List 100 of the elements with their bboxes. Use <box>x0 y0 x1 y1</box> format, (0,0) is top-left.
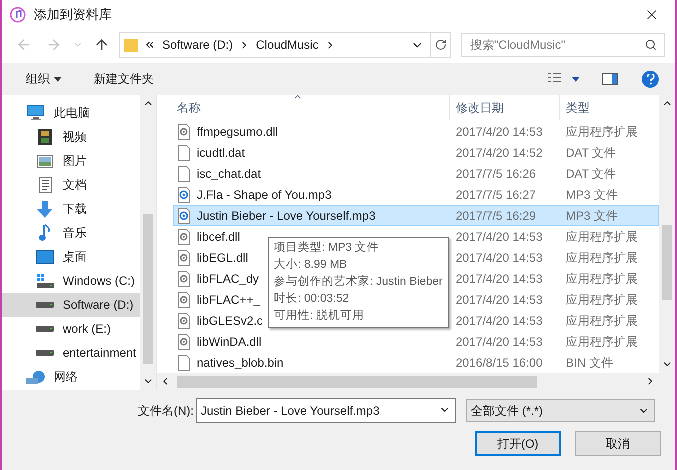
windows-drive-icon <box>36 273 54 289</box>
file-name[interactable]: natives_blob.bin <box>197 354 284 372</box>
file-name[interactable]: Justin Bieber - Love Yourself.mp3 <box>197 206 376 224</box>
sidebar-item[interactable]: 音乐 <box>2 221 140 245</box>
breadcrumb[interactable]: CloudMusic <box>256 36 319 54</box>
new-folder-button[interactable]: 新建文件夹 <box>90 70 158 88</box>
drive-icon <box>36 302 54 308</box>
folder-icon <box>124 38 138 52</box>
file-name[interactable]: ffmpegsumo.dll <box>197 122 278 140</box>
right-arrow-icon <box>46 37 62 53</box>
picture-icon <box>37 154 53 168</box>
selected-file-row[interactable]: Justin Bieber - Love Yourself.mp3 2017/7/5 16:29 MP3 文件 <box>173 205 659 226</box>
sidebar-item[interactable]: 桌面 <box>2 245 140 269</box>
horizontal-scrollbar[interactable] <box>157 373 659 390</box>
sidebar-item[interactable]: 网络 <box>2 365 140 389</box>
file-name[interactable]: libWinDA.dll <box>197 332 262 350</box>
date-cell-text: 2017/4/20 14:53 <box>455 292 544 308</box>
file-icon <box>178 354 191 370</box>
date-cell-text: 2017/4/20 14:53 <box>455 312 544 330</box>
address-bar[interactable]: Software (D:) CloudMusic <box>119 32 452 58</box>
type-cell-text: DAT 文件 <box>565 166 616 182</box>
date-cell-text: 2016/8/15 16:00 <box>455 354 544 372</box>
scrollbar-thumb[interactable] <box>143 214 153 364</box>
date-cell-text: 2017/4/20 14:52 <box>455 144 544 162</box>
tooltip-line: 时长: 00:03:52 <box>274 292 350 307</box>
sidebar-item[interactable]: 图片 <box>2 149 140 173</box>
scrollbar-thumb[interactable] <box>177 376 537 388</box>
type-cell-text: MP3 文件 <box>565 186 618 204</box>
file-name[interactable]: libFLAC_dy <box>197 270 260 288</box>
download-arrow-icon <box>37 200 53 218</box>
search-field[interactable]: 搜索"CloudMusic" <box>461 33 665 57</box>
file-name[interactable]: libFLAC++_ <box>197 290 260 308</box>
dialog-button[interactable]: 取消 <box>575 431 661 456</box>
type-cell-text: 应用程序扩展 <box>565 334 638 350</box>
type-cell-text: MP3 文件 <box>565 208 618 224</box>
drive-icon <box>36 326 54 332</box>
file-name[interactable]: isc_chat.dat <box>197 164 262 182</box>
date-cell-text: 2017/4/20 14:53 <box>455 270 544 288</box>
film-icon <box>38 129 52 145</box>
help-button[interactable] <box>642 70 659 88</box>
date-cell-text: 2017/7/5 16:29 <box>455 208 538 224</box>
gear-file-icon <box>178 312 191 328</box>
type-cell-text: DAT 文件 <box>565 144 616 162</box>
sidebar-item[interactable]: 此电脑 <box>2 101 140 125</box>
filename-field[interactable]: Justin Bieber - Love Yourself.mp3 <box>196 398 456 423</box>
search-icon <box>645 39 657 51</box>
question-mark-icon <box>646 74 654 84</box>
type-cell-text: 应用程序扩展 <box>565 312 638 330</box>
document-icon <box>38 177 52 193</box>
type-cell-text: 应用程序扩展 <box>565 250 638 266</box>
sidebar-item[interactable]: entertainment <box>2 341 140 365</box>
refresh-icon <box>434 39 447 51</box>
date-cell-text: 2017/7/5 16:26 <box>455 166 538 182</box>
filename-label: 文件名(N): <box>137 402 195 420</box>
file-name[interactable]: libEGL.dll <box>197 248 248 266</box>
gear-file-icon <box>178 292 191 308</box>
dialog-button[interactable]: 打开(O) <box>475 431 561 456</box>
pane-icon <box>602 73 618 85</box>
audio-file-icon <box>178 186 191 202</box>
sidebar-item[interactable]: Windows (C:) <box>2 269 140 293</box>
preview-pane-button[interactable] <box>602 73 618 85</box>
drive-icon <box>36 350 54 356</box>
sidebar-item[interactable]: 视频 <box>2 125 140 149</box>
file-icon <box>178 144 191 160</box>
tooltip-line: 大小: 8.99 MB <box>274 258 348 273</box>
file-name[interactable]: libcef.dll <box>197 228 240 246</box>
tooltip-line: 项目类型: MP3 文件 <box>274 240 380 256</box>
file-type-dropdown[interactable]: 全部文件 (*.*) <box>466 399 655 422</box>
tooltip-line: 可用性: 脱机可用 <box>274 308 366 324</box>
file-name[interactable]: icudtl.dat <box>197 144 246 162</box>
type-cell-text: 应用程序扩展 <box>565 292 638 308</box>
file-name[interactable]: J.Fla - Shape of You.mp3 <box>197 186 332 204</box>
column-header[interactable]: 修改日期 <box>450 95 560 120</box>
left-arrow-icon <box>16 37 32 53</box>
date-cell-text: 2017/4/20 14:53 <box>455 228 544 246</box>
type-cell-text: 应用程序扩展 <box>565 124 638 140</box>
organize-menu-button[interactable]: 组织 <box>18 70 70 88</box>
column-header[interactable]: 名称 <box>157 95 450 120</box>
date-cell-text: 2017/4/20 14:53 <box>455 334 544 350</box>
caret-icon <box>54 76 62 82</box>
view-options-button[interactable] <box>548 73 580 85</box>
column-header[interactable]: 类型 <box>560 95 659 120</box>
sidebar-item[interactable]: work (E:) <box>2 317 140 341</box>
sidebar-item[interactable]: Software (D:) <box>2 293 140 317</box>
gear-file-icon <box>178 250 191 266</box>
scrollbar-thumb[interactable] <box>662 225 672 300</box>
computer-icon <box>27 105 45 121</box>
date-cell-text: 2017/7/5 16:27 <box>455 186 538 204</box>
tooltip-line: 参与创作的艺术家: Justin Bieber <box>274 274 443 290</box>
music-app-icon <box>10 7 26 23</box>
gear-file-icon <box>178 124 191 140</box>
sidebar-item[interactable]: 下载 <box>2 197 140 221</box>
gear-file-icon <box>178 228 191 244</box>
sidebar-item[interactable]: 文档 <box>2 173 140 197</box>
file-icon <box>178 166 191 182</box>
gear-file-icon <box>178 270 191 286</box>
breadcrumb[interactable]: Software (D:) <box>162 36 234 54</box>
caret-icon <box>572 76 580 82</box>
audio-file-icon <box>178 208 191 224</box>
file-name[interactable]: libGLESv2.c <box>197 312 264 330</box>
